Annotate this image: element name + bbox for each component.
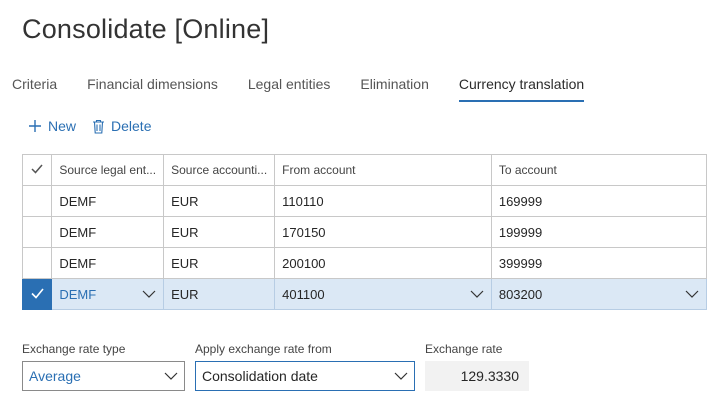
- row-selector[interactable]: [21, 247, 53, 279]
- cell-entity-value: DEMF: [59, 286, 97, 302]
- tab-legal-entities[interactable]: Legal entities: [248, 76, 331, 102]
- chevron-down-icon[interactable]: [685, 290, 699, 298]
- page-title: Consolidate [Online]: [22, 14, 270, 44]
- cell-from-account[interactable]: 200100: [274, 247, 492, 279]
- cell-from-account-value: 401100: [282, 286, 325, 302]
- row-selector[interactable]: [21, 185, 53, 217]
- row-selector-checked[interactable]: [21, 278, 53, 310]
- cell-currency[interactable]: EUR: [163, 278, 276, 310]
- cell-to-account[interactable]: 199999: [490, 216, 708, 248]
- cell-to-account-value: 803200: [498, 286, 543, 302]
- delete-button-label: Delete: [111, 118, 152, 134]
- plus-icon: [29, 120, 41, 132]
- cell-from-account[interactable]: 170150: [274, 216, 492, 248]
- grid-header-row: Source legal ent... Source accounti... F…: [21, 154, 708, 186]
- trash-icon: [93, 119, 105, 134]
- cell-from-account[interactable]: 110110: [274, 185, 492, 217]
- exchange-rate-type-select[interactable]: Average: [22, 361, 185, 391]
- delete-button[interactable]: Delete: [92, 118, 151, 134]
- apply-exchange-rate-from-value: Consolidation date: [202, 368, 318, 384]
- apply-exchange-rate-from-field: Apply exchange rate from Consolidation d…: [195, 342, 415, 391]
- cell-to-account[interactable]: 169999: [490, 185, 708, 217]
- cell-entity[interactable]: DEMF: [51, 247, 165, 279]
- cell-entity[interactable]: DEMF: [51, 216, 165, 248]
- cell-currency[interactable]: EUR: [163, 247, 276, 279]
- new-button[interactable]: New: [28, 118, 76, 134]
- checkmark-icon: [31, 164, 43, 174]
- cell-currency[interactable]: EUR: [163, 216, 276, 248]
- table-row[interactable]: DEMF EUR 170150 199999: [21, 216, 708, 248]
- cell-to-account[interactable]: 399999: [490, 247, 708, 279]
- tab-criteria[interactable]: Criteria: [12, 76, 57, 102]
- exchange-rate-type-label: Exchange rate type: [22, 342, 126, 356]
- exchange-rate-value: 129.3330: [425, 361, 529, 391]
- cell-entity-dropdown[interactable]: DEMF: [51, 278, 165, 310]
- exchange-rate-type-field: Exchange rate type Average: [22, 342, 185, 391]
- table-row[interactable]: DEMF EUR 200100 399999: [21, 247, 708, 279]
- currency-translation-grid: Source legal ent... Source accounti... F…: [21, 154, 708, 310]
- row-selector[interactable]: [21, 216, 53, 248]
- select-all-checkbox[interactable]: [21, 154, 53, 186]
- column-header-from-account[interactable]: From account: [274, 154, 492, 186]
- cell-currency[interactable]: EUR: [163, 185, 276, 217]
- table-row[interactable]: DEMF EUR 110110 169999: [21, 185, 708, 217]
- tab-currency-translation[interactable]: Currency translation: [458, 76, 585, 102]
- action-bar: New Delete: [28, 118, 167, 134]
- chevron-down-icon[interactable]: [142, 290, 156, 298]
- apply-exchange-rate-from-label: Apply exchange rate from: [195, 342, 332, 356]
- chevron-down-icon: [394, 372, 408, 380]
- cell-to-account-dropdown[interactable]: 803200: [490, 278, 708, 310]
- chevron-down-icon[interactable]: [470, 290, 484, 298]
- table-row-selected[interactable]: DEMF EUR 401100 803200: [21, 278, 708, 310]
- column-header-source-accounting-currency[interactable]: Source accounti...: [163, 154, 276, 186]
- chevron-down-icon: [164, 372, 178, 380]
- cell-entity[interactable]: DEMF: [51, 185, 165, 217]
- new-button-label: New: [48, 118, 77, 134]
- cell-from-account-dropdown[interactable]: 401100: [274, 278, 492, 310]
- exchange-rate-field: Exchange rate 129.3330: [425, 342, 529, 391]
- column-header-source-legal-entity[interactable]: Source legal ent...: [51, 154, 165, 186]
- checkmark-icon: [31, 287, 44, 299]
- tab-financial-dimensions[interactable]: Financial dimensions: [87, 76, 218, 102]
- tab-bar: Criteria Financial dimensions Legal enti…: [12, 76, 614, 102]
- column-header-to-account[interactable]: To account: [490, 154, 708, 186]
- exchange-rate-label: Exchange rate: [425, 342, 503, 356]
- exchange-rate-type-value: Average: [29, 368, 81, 384]
- apply-exchange-rate-from-select[interactable]: Consolidation date: [195, 361, 415, 391]
- tab-elimination[interactable]: Elimination: [360, 76, 428, 102]
